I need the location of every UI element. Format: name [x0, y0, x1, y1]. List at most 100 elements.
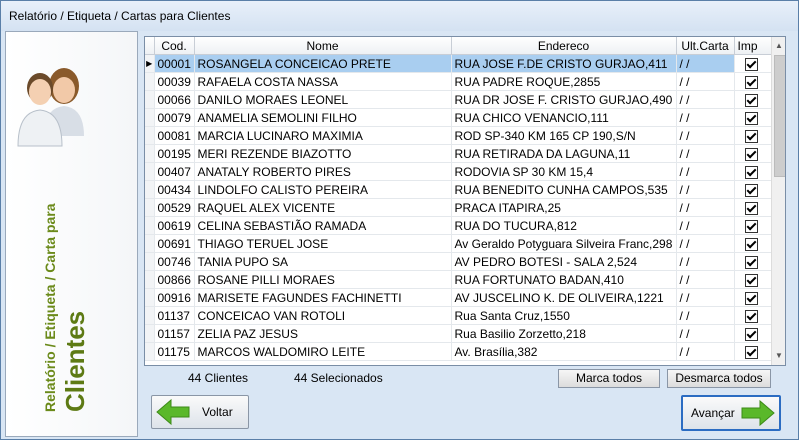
cell-nome: ROSANE PILLI MORAES: [194, 270, 452, 289]
table-row[interactable]: 00079 ANAMELIA SEMOLINI FILHO RUA CHICO VE…: [145, 108, 773, 127]
imp-checkbox[interactable]: [744, 237, 758, 251]
cell-imp: [734, 342, 773, 361]
cell-nome: THIAGO TERUEL JOSE: [194, 234, 452, 253]
imp-checkbox[interactable]: [744, 327, 758, 341]
imp-checkbox[interactable]: [744, 57, 758, 71]
deselect-all-button[interactable]: Desmarca todos: [667, 369, 771, 388]
table-row[interactable]: ▶ 00001 ROSANGELA CONCEICAO PRETE RUA JOSE …: [145, 54, 773, 73]
cell-nome: MARISETE FAGUNDES FACHINETTI: [194, 288, 452, 307]
imp-checkbox[interactable]: [744, 183, 758, 197]
cell-nome: CELINA SEBASTIÃO RAMADA: [194, 216, 452, 235]
select-all-label: Marca todos: [575, 371, 643, 385]
column-header-imp[interactable]: Imp: [734, 37, 773, 55]
row-indicator: [145, 288, 155, 307]
cell-imp: [734, 324, 773, 343]
table-row[interactable]: 00434 LINDOLFO CALISTO PEREIRA RUA BENEDIT…: [145, 180, 773, 199]
cell-nome: CONCEICAO VAN ROTOLI: [194, 306, 452, 325]
cell-cod: 00079: [154, 108, 195, 127]
row-indicator: [145, 306, 155, 325]
header-indicator: [145, 37, 155, 55]
cell-endereco: RUA PADRE ROQUE,2855: [451, 72, 677, 91]
cell-imp: [734, 306, 773, 325]
cell-ult-carta: / /: [676, 180, 735, 199]
cell-imp: [734, 180, 773, 199]
imp-checkbox[interactable]: [744, 345, 758, 359]
scroll-thumb[interactable]: [774, 55, 785, 177]
cell-ult-carta: / /: [676, 342, 735, 361]
scroll-up-icon[interactable]: ▲: [772, 39, 785, 53]
row-indicator: [145, 126, 155, 145]
imp-checkbox[interactable]: [744, 273, 758, 287]
imp-checkbox[interactable]: [744, 111, 758, 125]
side-panel: Relatório / Etiqueta / Carta para Client…: [5, 31, 138, 437]
table-row[interactable]: 00407 ANATALY ROBERTO PIRES RODOVIA SP 30 …: [145, 162, 773, 181]
cell-ult-carta: / /: [676, 144, 735, 163]
arrow-left-icon: [156, 399, 190, 425]
table-row[interactable]: 00081 MARCIA LUCINARO MAXIMIA ROD SP-340 K…: [145, 126, 773, 145]
cell-endereco: AV PEDRO BOTESI - SALA 2,524: [451, 252, 677, 271]
cell-endereco: RUA BENEDITO CUNHA CAMPOS,535: [451, 180, 677, 199]
imp-checkbox[interactable]: [744, 309, 758, 323]
cell-cod: 00691: [154, 234, 195, 253]
imp-checkbox[interactable]: [744, 129, 758, 143]
select-all-button[interactable]: Marca todos: [558, 369, 660, 388]
next-label: Avançar: [691, 406, 735, 420]
cell-ult-carta: / /: [676, 198, 735, 217]
cell-ult-carta: / /: [676, 162, 735, 181]
column-header-endereco[interactable]: Endereco: [451, 37, 677, 55]
row-indicator: [145, 162, 155, 181]
cell-endereco: RUA DR JOSE F. CRISTO GURJAO,490: [451, 90, 677, 109]
column-header-cod[interactable]: Cod.: [154, 37, 195, 55]
table-row[interactable]: 00619 CELINA SEBASTIÃO RAMADA RUA DO TUCUR…: [145, 216, 773, 235]
table-row[interactable]: 00866 ROSANE PILLI MORAES RUA FORTUNATO BA…: [145, 270, 773, 289]
cell-cod: 01157: [154, 324, 195, 343]
imp-checkbox[interactable]: [744, 147, 758, 161]
table-row[interactable]: 01175 MARCOS WALDOMIRO LEITE Av. Brasília,…: [145, 342, 773, 361]
table-row[interactable]: 00529 RAQUEL ALEX VICENTE PRACA ITAPIRA,25…: [145, 198, 773, 217]
cell-endereco: RUA DO TUCURA,812: [451, 216, 677, 235]
table-row[interactable]: 00691 THIAGO TERUEL JOSE Av Geraldo Potygu…: [145, 234, 773, 253]
cell-cod: 00066: [154, 90, 195, 109]
column-header-nome[interactable]: Nome: [194, 37, 452, 55]
vertical-scrollbar[interactable]: ▲ ▼: [771, 37, 785, 365]
table-row[interactable]: 00066 DANILO MORAES LEONEL RUA DR JOSE F. …: [145, 90, 773, 109]
table-row[interactable]: 01157 ZELIA PAZ JESUS Rua Basilio Zorzetto…: [145, 324, 773, 343]
imp-checkbox[interactable]: [744, 255, 758, 269]
cell-ult-carta: / /: [676, 306, 735, 325]
table-row[interactable]: 01137 CONCEICAO VAN ROTOLI Rua Santa Cruz,…: [145, 306, 773, 325]
cell-cod: 00619: [154, 216, 195, 235]
imp-checkbox[interactable]: [744, 165, 758, 179]
imp-checkbox[interactable]: [744, 291, 758, 305]
table-row[interactable]: 00039 RAFAELA COSTA NASSA RUA PADRE ROQUE,…: [145, 72, 773, 91]
cell-nome: RAFAELA COSTA NASSA: [194, 72, 452, 91]
cell-endereco: Rua Santa Cruz,1550: [451, 306, 677, 325]
imp-checkbox[interactable]: [744, 75, 758, 89]
row-indicator: [145, 342, 155, 361]
imp-checkbox[interactable]: [744, 201, 758, 215]
cell-ult-carta: / /: [676, 108, 735, 127]
cell-nome: DANILO MORAES LEONEL: [194, 90, 452, 109]
main-panel: Cod. Nome Endereco Ult.Carta Imp ▶ 00001 R…: [138, 31, 796, 435]
cell-endereco: Rua Basilio Zorzetto,218: [451, 324, 677, 343]
cell-cod: 01137: [154, 306, 195, 325]
row-indicator: [145, 180, 155, 199]
imp-checkbox[interactable]: [744, 219, 758, 233]
users-icon: [17, 68, 84, 147]
column-header-ult-carta[interactable]: Ult.Carta: [676, 37, 735, 55]
table-row[interactable]: 00746 TANIA PUPO SA AV PEDRO BOTESI - SALA…: [145, 252, 773, 271]
scroll-down-icon[interactable]: ▼: [772, 349, 785, 363]
imp-checkbox[interactable]: [744, 93, 758, 107]
table-row[interactable]: 00195 MERI REZENDE BIAZOTTO RUA RETIRADA D…: [145, 144, 773, 163]
row-indicator: [145, 198, 155, 217]
clients-grid[interactable]: Cod. Nome Endereco Ult.Carta Imp ▶ 00001 R…: [144, 36, 786, 366]
cell-cod: 00407: [154, 162, 195, 181]
arrow-right-icon: [741, 400, 775, 426]
back-button[interactable]: Voltar: [151, 395, 249, 429]
cell-cod: 00746: [154, 252, 195, 271]
cell-ult-carta: / /: [676, 270, 735, 289]
cell-nome: MARCOS WALDOMIRO LEITE: [194, 342, 452, 361]
cell-endereco: RUA CHICO VENANCIO,111: [451, 108, 677, 127]
cell-ult-carta: / /: [676, 72, 735, 91]
next-button[interactable]: Avançar: [681, 395, 781, 431]
table-row[interactable]: 00916 MARISETE FAGUNDES FACHINETTI AV JUSC…: [145, 288, 773, 307]
